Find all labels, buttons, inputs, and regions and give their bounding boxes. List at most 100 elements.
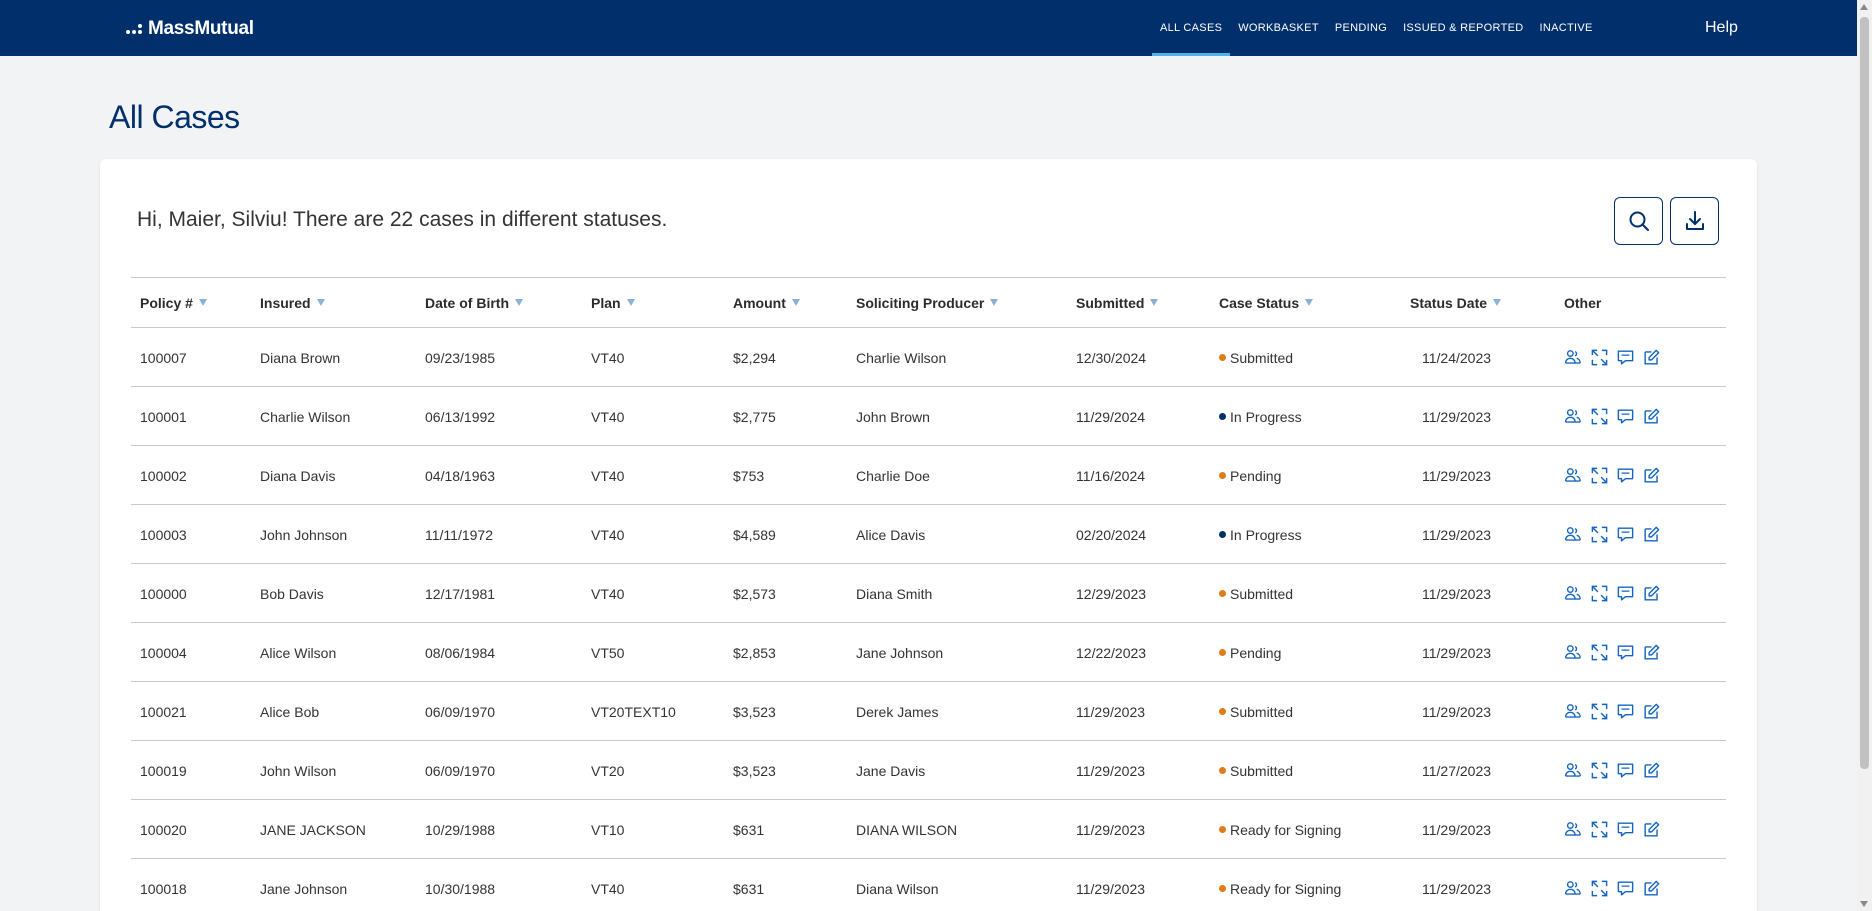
- cell-policy[interactable]: 100002: [140, 446, 187, 505]
- message-icon[interactable]: [1616, 643, 1635, 662]
- scroll-down-icon[interactable]: [1860, 901, 1868, 907]
- edit-icon[interactable]: [1642, 584, 1661, 603]
- message-icon[interactable]: [1616, 584, 1635, 603]
- people-icon[interactable]: [1564, 407, 1583, 426]
- nav-item-workbasket[interactable]: WORKBASKET: [1230, 0, 1327, 56]
- greeting-suffix: cases in different statuses.: [413, 208, 668, 231]
- nav-item-inactive[interactable]: INACTIVE: [1532, 0, 1601, 56]
- expand-icon[interactable]: [1590, 407, 1609, 426]
- filter-icon[interactable]: [990, 299, 999, 306]
- table-row[interactable]: 100001 Charlie Wilson 06/13/1992 VT40 $2,775…: [131, 387, 1726, 446]
- filter-icon[interactable]: [1305, 299, 1314, 306]
- row-actions: [1564, 800, 1661, 859]
- people-icon[interactable]: [1564, 348, 1583, 367]
- people-icon[interactable]: [1564, 525, 1583, 544]
- status-text: In Progress: [1230, 526, 1302, 543]
- expand-icon[interactable]: [1590, 466, 1609, 485]
- cell-policy[interactable]: 100004: [140, 623, 187, 682]
- message-icon[interactable]: [1616, 525, 1635, 544]
- status-text: Pending: [1230, 644, 1282, 661]
- filter-icon[interactable]: [515, 299, 523, 306]
- cell-policy[interactable]: 100019: [140, 741, 187, 800]
- cell-plan: VT40: [591, 526, 625, 543]
- cell-policy[interactable]: 100020: [140, 800, 187, 859]
- column-header-policy[interactable]: Policy #: [140, 295, 207, 311]
- cell-policy[interactable]: 100001: [140, 387, 187, 446]
- expand-icon[interactable]: [1590, 879, 1609, 898]
- filter-icon[interactable]: [791, 299, 800, 306]
- cell-policy[interactable]: 100021: [140, 682, 187, 741]
- vertical-scrollbar[interactable]: [1857, 0, 1872, 911]
- cell-amount: $2,775: [733, 408, 776, 425]
- help-link[interactable]: Help: [1705, 19, 1738, 37]
- cell-submitted: 11/16/2024: [1076, 467, 1146, 484]
- message-icon[interactable]: [1616, 820, 1635, 839]
- edit-icon[interactable]: [1642, 702, 1661, 721]
- filter-icon[interactable]: [626, 299, 635, 306]
- nav-item-pending[interactable]: PENDING: [1327, 0, 1395, 56]
- expand-icon[interactable]: [1590, 584, 1609, 603]
- download-button[interactable]: [1670, 197, 1719, 245]
- filter-icon[interactable]: [198, 299, 207, 306]
- cell-dob: 06/09/1970: [425, 703, 496, 720]
- table-row[interactable]: 100007 Diana Brown 09/23/1985 VT40 $2,294 Cha…: [131, 328, 1726, 387]
- cell-policy[interactable]: 100018: [140, 859, 187, 911]
- table-row[interactable]: 100018 Jane Johnson 10/30/1988 VT40 $631 Dian…: [131, 859, 1726, 911]
- column-header-amount[interactable]: Amount: [733, 295, 800, 311]
- table-row[interactable]: 100004 Alice Wilson 08/06/1984 VT50 $2,853 Ja…: [131, 623, 1726, 682]
- edit-icon[interactable]: [1642, 643, 1661, 662]
- table-row[interactable]: 100003 John Johnson 11/11/1972 VT40 $4,589 Al…: [131, 505, 1726, 564]
- expand-icon[interactable]: [1590, 702, 1609, 721]
- message-icon[interactable]: [1616, 761, 1635, 780]
- massmutual-logo[interactable]: MassMutual: [126, 18, 254, 40]
- cell-policy[interactable]: 100000: [140, 564, 187, 623]
- column-header-status[interactable]: Case Status: [1219, 295, 1314, 311]
- expand-icon[interactable]: [1590, 348, 1609, 367]
- edit-icon[interactable]: [1642, 407, 1661, 426]
- filter-icon[interactable]: [316, 299, 325, 306]
- scroll-thumb[interactable]: [1860, 17, 1869, 769]
- people-icon[interactable]: [1564, 820, 1583, 839]
- message-icon[interactable]: [1616, 879, 1635, 898]
- table-row[interactable]: 100021 Alice Bob 06/09/1970 VT20TEXT10 $3,52…: [131, 682, 1726, 741]
- column-header-plan[interactable]: Plan: [591, 295, 635, 311]
- people-icon[interactable]: [1564, 761, 1583, 780]
- people-icon[interactable]: [1564, 879, 1583, 898]
- filter-icon[interactable]: [1493, 299, 1502, 306]
- expand-icon[interactable]: [1590, 643, 1609, 662]
- cell-policy[interactable]: 100007: [140, 328, 187, 387]
- edit-icon[interactable]: [1642, 820, 1661, 839]
- table-row[interactable]: 100002 Diana Davis 04/18/1963 VT40 $753 Charl…: [131, 446, 1726, 505]
- row-actions: [1564, 564, 1661, 623]
- column-header-producer[interactable]: Soliciting Producer: [856, 295, 999, 311]
- nav-item-all-cases[interactable]: ALL CASES: [1152, 0, 1231, 56]
- table-row[interactable]: 100020 JANE JACKSON 10/29/1988 VT10 $631 DIAN…: [131, 800, 1726, 859]
- column-header-dob[interactable]: Date of Birth: [425, 295, 523, 311]
- edit-icon[interactable]: [1642, 879, 1661, 898]
- expand-icon[interactable]: [1590, 820, 1609, 839]
- expand-icon[interactable]: [1590, 525, 1609, 544]
- column-header-insured[interactable]: Insured: [260, 295, 325, 311]
- edit-icon[interactable]: [1642, 466, 1661, 485]
- people-icon[interactable]: [1564, 466, 1583, 485]
- people-icon[interactable]: [1564, 702, 1583, 721]
- column-header-submitted[interactable]: Submitted: [1076, 295, 1159, 311]
- column-header-status_date[interactable]: Status Date: [1410, 295, 1502, 311]
- edit-icon[interactable]: [1642, 525, 1661, 544]
- scroll-up-icon[interactable]: [1860, 4, 1868, 10]
- expand-icon[interactable]: [1590, 761, 1609, 780]
- people-icon[interactable]: [1564, 643, 1583, 662]
- message-icon[interactable]: [1616, 466, 1635, 485]
- message-icon[interactable]: [1616, 702, 1635, 721]
- search-button[interactable]: [1614, 197, 1663, 245]
- message-icon[interactable]: [1616, 348, 1635, 367]
- table-row[interactable]: 100000 Bob Davis 12/17/1981 VT40 $2,573 Diana…: [131, 564, 1726, 623]
- cell-policy[interactable]: 100003: [140, 505, 187, 564]
- filter-icon[interactable]: [1150, 299, 1159, 306]
- message-icon[interactable]: [1616, 407, 1635, 426]
- edit-icon[interactable]: [1642, 761, 1661, 780]
- edit-icon[interactable]: [1642, 348, 1661, 367]
- people-icon[interactable]: [1564, 584, 1583, 603]
- nav-item-issued-reported[interactable]: ISSUED & REPORTED: [1395, 0, 1531, 56]
- table-row[interactable]: 100019 John Wilson 06/09/1970 VT20 $3,523 Jan…: [131, 741, 1726, 800]
